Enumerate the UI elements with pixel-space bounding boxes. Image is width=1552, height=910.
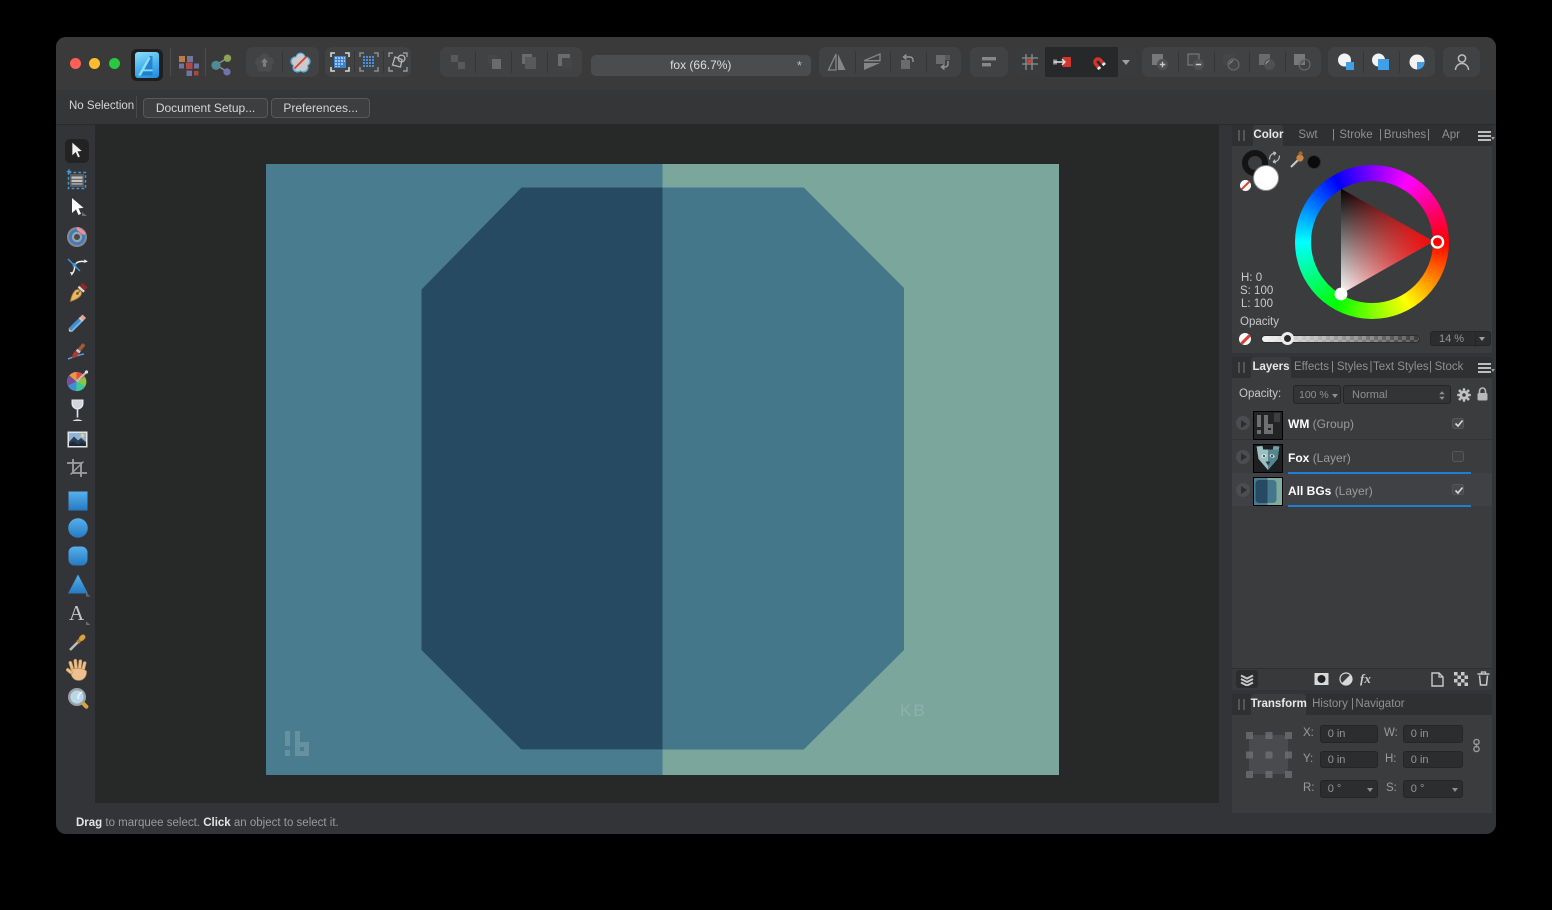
svg-text:A: A <box>69 601 85 625</box>
svg-text:KB: KB <box>900 701 927 720</box>
